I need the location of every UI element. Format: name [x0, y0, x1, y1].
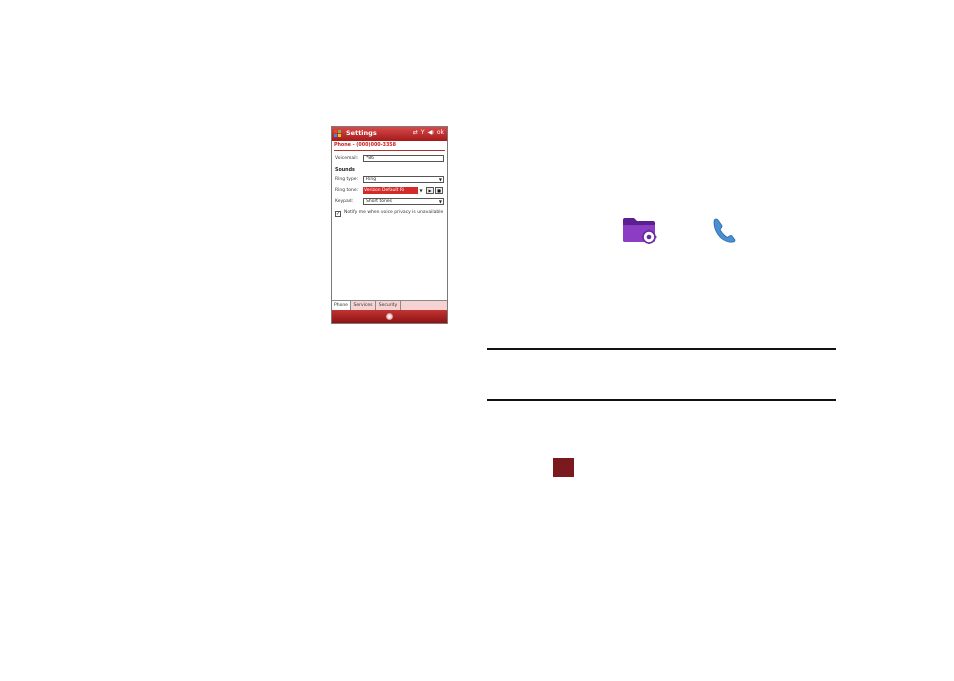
keypad-select[interactable]: Short tones ▼ — [363, 198, 444, 205]
page-title: Phone - (000)000-3358 — [334, 143, 396, 148]
divider-bottom — [487, 399, 836, 401]
stop-button[interactable]: ■ — [435, 187, 443, 194]
window-title: Settings — [346, 129, 377, 137]
square-key-icon — [553, 458, 574, 477]
settings-folder-icon — [623, 218, 657, 244]
volume-icon[interactable]: ◀ı — [428, 129, 434, 136]
ok-button[interactable]: ok — [437, 129, 444, 136]
start-orb-icon[interactable] — [386, 313, 393, 320]
play-button[interactable]: ▶ — [426, 187, 434, 194]
ring-type-select[interactable]: Ring ▼ — [363, 176, 444, 183]
chevron-down-icon: ▼ — [438, 199, 442, 204]
ring-type-label: Ring type: — [335, 177, 359, 182]
voicemail-label: Voicemail: — [335, 156, 359, 161]
status-icons: ⇄ Y ◀ı ok — [413, 129, 444, 136]
sounds-heading: Sounds — [335, 168, 355, 173]
chevron-down-icon: ▼ — [438, 177, 442, 182]
windows-start-icon[interactable] — [334, 130, 342, 138]
notify-privacy-checkbox[interactable]: ✓ — [335, 211, 341, 217]
stop-icon: ■ — [437, 188, 441, 193]
keypad-label: Keypad: — [335, 199, 354, 204]
ring-tone-value: Verizon Default Ri — [364, 188, 405, 193]
keypad-value: Short tones — [366, 199, 392, 204]
signal-icon: Y — [420, 129, 425, 136]
voicemail-input[interactable]: *86 — [363, 155, 444, 162]
notify-privacy-label: Notify me when voice privacy is unavaila… — [344, 210, 444, 215]
ring-tone-select[interactable]: Verizon Default Ri ▼ — [363, 187, 424, 194]
divider-top — [487, 348, 836, 350]
chevron-down-icon: ▼ — [418, 187, 424, 194]
header-divider — [334, 150, 445, 151]
ring-tone-label: Ring tone: — [335, 188, 359, 193]
title-bar: Settings ⇄ Y ◀ı ok — [332, 127, 447, 141]
play-icon: ▶ — [428, 188, 432, 193]
bottom-bar — [332, 310, 447, 323]
connectivity-icon: ⇄ — [412, 129, 418, 136]
phone-handset-icon — [713, 218, 736, 243]
ring-type-value: Ring — [366, 177, 377, 182]
phone-screenshot: Settings ⇄ Y ◀ı ok Phone - (000)000-3358… — [331, 126, 448, 324]
